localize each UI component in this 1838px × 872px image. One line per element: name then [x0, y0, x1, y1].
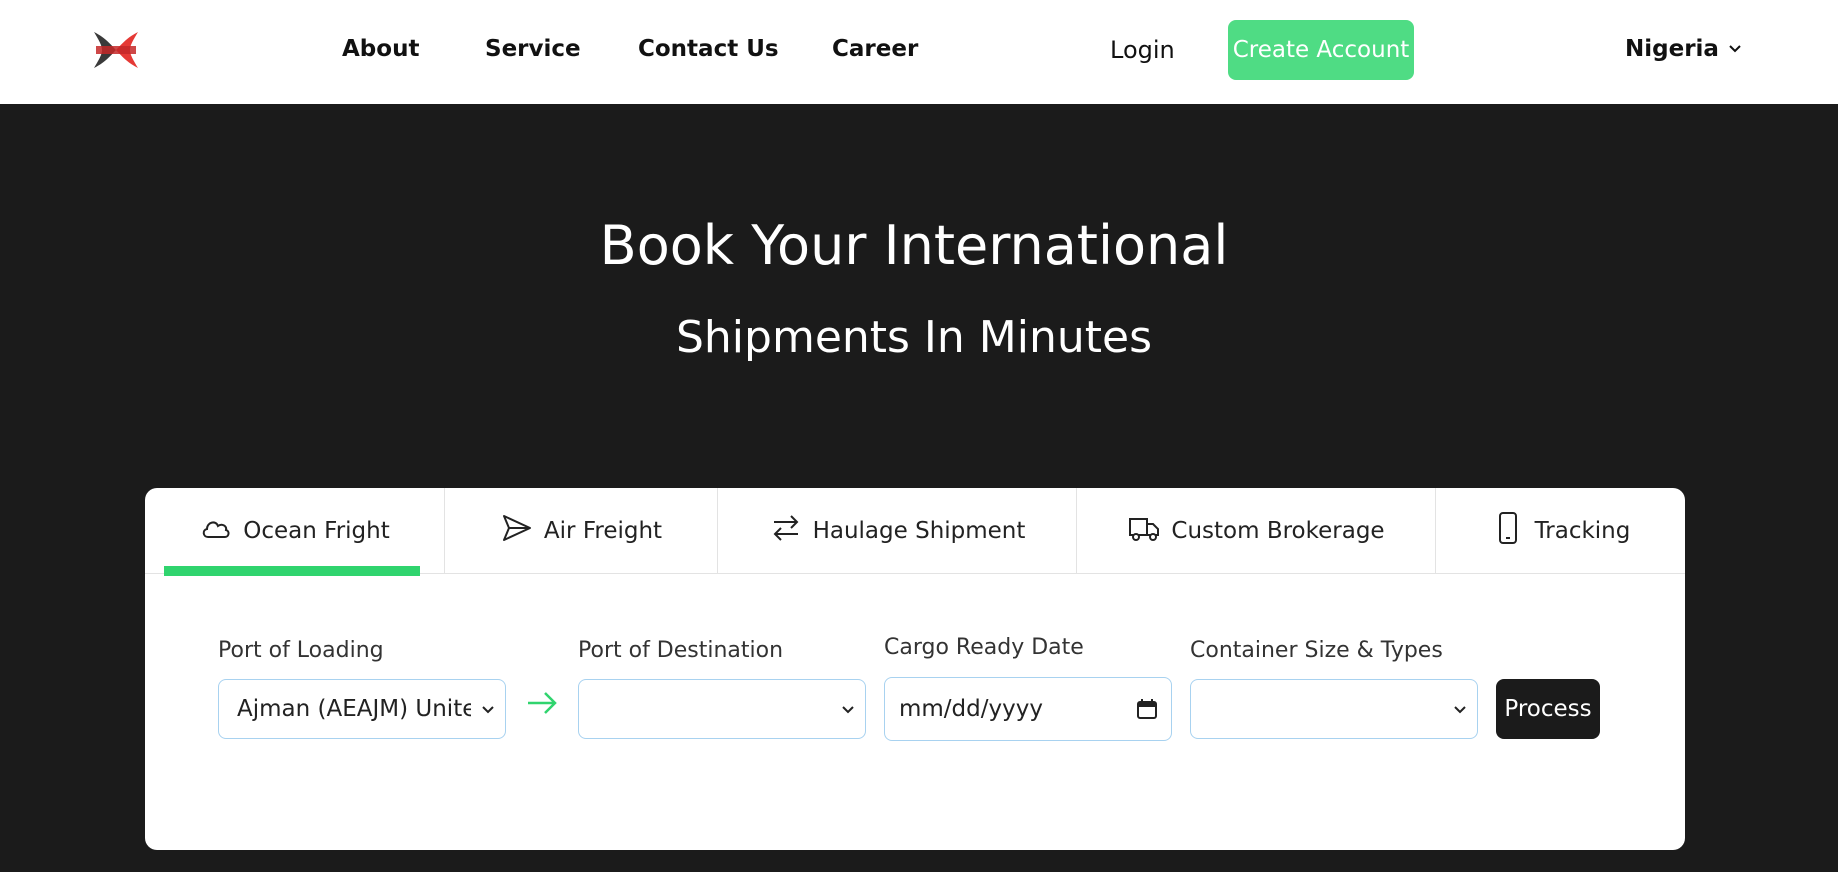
country-label: Nigeria: [1625, 36, 1719, 62]
booking-card: Ocean Fright Air Freight Haulage Shipmen…: [145, 488, 1685, 850]
port-destination-select[interactable]: [578, 679, 866, 739]
phone-icon: [1491, 511, 1525, 551]
port-loading-select[interactable]: Ajman (AEAJM) United Arab Emirates: [218, 679, 506, 739]
top-header: About Service Contact Us Career Login Cr…: [0, 0, 1838, 104]
chevron-down-icon: [831, 701, 865, 717]
hero-title-line2: Shipments In Minutes: [675, 312, 1152, 363]
port-destination-label: Port of Destination: [578, 638, 784, 663]
process-button[interactable]: Process: [1496, 679, 1600, 739]
nav-contact-us[interactable]: Contact Us: [638, 36, 779, 62]
container-select[interactable]: [1190, 679, 1478, 739]
nav-service[interactable]: Service: [485, 36, 581, 62]
port-loading-label: Port of Loading: [218, 638, 384, 663]
country-selector[interactable]: Nigeria: [1625, 36, 1743, 62]
nav-career[interactable]: Career: [832, 36, 918, 62]
cargo-date-label: Cargo Ready Date: [884, 635, 1084, 660]
tab-custom-brokerage[interactable]: Custom Brokerage: [1077, 488, 1436, 574]
swap-icon: [769, 511, 803, 551]
chevron-down-icon: [471, 701, 505, 717]
port-loading-value: Ajman (AEAJM) United Arab Emirates: [237, 696, 471, 722]
chevron-down-icon: [1443, 701, 1477, 717]
tab-label: Air Freight: [543, 518, 663, 544]
arrow-right-icon: [525, 688, 559, 722]
send-icon: [500, 511, 534, 551]
tab-air-freight[interactable]: Air Freight: [445, 488, 718, 574]
cargo-date-input[interactable]: mm/dd/yyyy: [884, 677, 1172, 741]
tab-tracking[interactable]: Tracking: [1436, 488, 1685, 574]
calendar-icon[interactable]: [1123, 698, 1171, 720]
create-account-button[interactable]: Create Account: [1228, 20, 1414, 80]
tab-label: Custom Brokerage: [1171, 518, 1385, 544]
nav-about[interactable]: About: [342, 36, 419, 62]
tab-label: Tracking: [1534, 518, 1631, 544]
chevron-down-icon: [1727, 36, 1743, 62]
container-label: Container Size & Types: [1190, 638, 1443, 663]
hero-title-line1: Book Your International: [599, 214, 1229, 277]
logo-icon[interactable]: [92, 28, 140, 72]
tab-haulage-shipment[interactable]: Haulage Shipment: [718, 488, 1077, 574]
tab-ocean-freight[interactable]: Ocean Fright: [145, 488, 445, 576]
login-link[interactable]: Login: [1110, 36, 1175, 64]
cloud-icon: [199, 511, 233, 551]
truck-icon: [1127, 511, 1161, 551]
tab-label: Ocean Fright: [243, 518, 390, 544]
tab-label: Haulage Shipment: [812, 518, 1026, 544]
service-tabs: Ocean Fright Air Freight Haulage Shipmen…: [145, 488, 1685, 576]
cargo-date-placeholder: mm/dd/yyyy: [899, 696, 1043, 722]
